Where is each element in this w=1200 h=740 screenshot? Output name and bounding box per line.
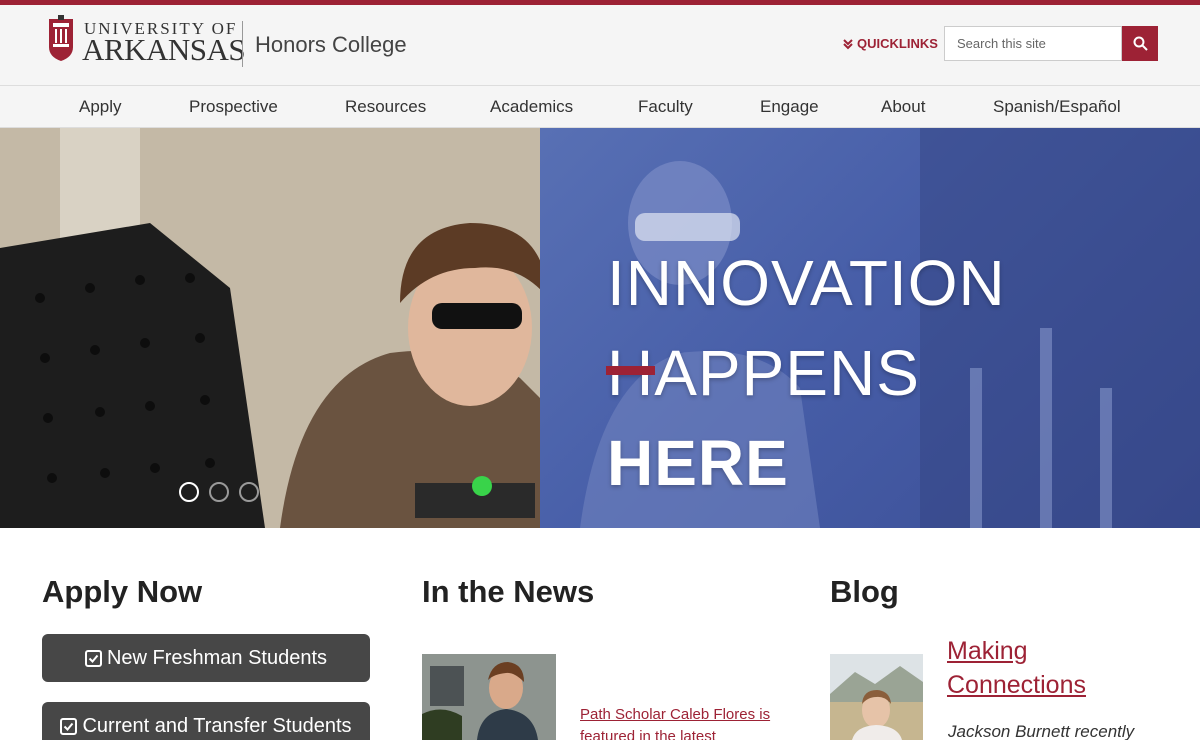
search-button[interactable] — [1122, 26, 1158, 61]
nav-item-prospective[interactable]: Prospective — [189, 97, 278, 117]
new-freshman-students-label: New Freshman Students — [106, 646, 328, 669]
hero-accent-underline — [606, 366, 655, 375]
nav-item-spanish[interactable]: Spanish/Español — [993, 97, 1121, 117]
carousel-dot-2[interactable] — [209, 482, 229, 502]
blog-post-excerpt: Jackson Burnett recently — [948, 722, 1135, 740]
search-icon — [1133, 36, 1148, 51]
quicklinks-toggle[interactable]: QUICKLINKS — [842, 36, 938, 51]
hero-carousel: INNOVATION HAPPENS HERE — [0, 128, 1200, 528]
hero-photo — [0, 128, 540, 528]
college-name: Honors College — [255, 32, 407, 57]
hero-headline-line1: INNOVATION — [607, 247, 1006, 319]
university-name-line2: ARKANSAS — [82, 32, 246, 67]
blog-heading: Blog — [830, 574, 899, 609]
blog-photo-illustration — [830, 654, 923, 740]
new-freshman-students-button[interactable]: New Freshman Students — [42, 634, 370, 682]
current-transfer-students-label: Current and Transfer Students — [82, 714, 352, 737]
checkbox-icon — [60, 717, 78, 735]
nav-item-apply[interactable]: Apply — [79, 97, 122, 117]
double-chevron-down-icon — [843, 38, 853, 49]
in-the-news-heading: In the News — [422, 574, 595, 609]
site-header: UNIVERSITY OF ARKANSAS Honors College QU… — [0, 5, 1200, 85]
news-photo-illustration — [422, 654, 556, 740]
carousel-dot-3[interactable] — [239, 482, 259, 502]
apply-now-heading: Apply Now — [42, 574, 203, 609]
university-logo[interactable]: UNIVERSITY OF ARKANSAS Honors College — [44, 15, 414, 67]
student-lab-illustration — [0, 128, 540, 528]
nav-item-academics[interactable]: Academics — [490, 97, 573, 117]
checkbox-icon — [84, 649, 102, 667]
nav-item-about[interactable]: About — [881, 97, 925, 117]
search-input[interactable] — [944, 26, 1122, 61]
blog-post-title-link[interactable]: Making Connections — [947, 634, 1147, 702]
logo-divider — [242, 21, 243, 67]
hero-headline-line3: HERE — [607, 427, 789, 499]
main-nav: Apply Prospective Resources Academics Fa… — [0, 85, 1200, 128]
carousel-dot-1[interactable] — [179, 482, 199, 502]
blog-thumbnail[interactable] — [830, 654, 923, 740]
quicklinks-label: QUICKLINKS — [857, 36, 938, 51]
news-article-link[interactable]: Path Scholar Caleb Flores is featured in… — [580, 704, 790, 740]
news-thumbnail[interactable] — [422, 654, 556, 740]
nav-item-resources[interactable]: Resources — [345, 97, 426, 117]
university-seal-icon — [49, 15, 73, 61]
nav-item-engage[interactable]: Engage — [760, 97, 819, 117]
current-transfer-students-button[interactable]: Current and Transfer Students — [42, 702, 370, 740]
nav-item-faculty[interactable]: Faculty — [638, 97, 693, 117]
